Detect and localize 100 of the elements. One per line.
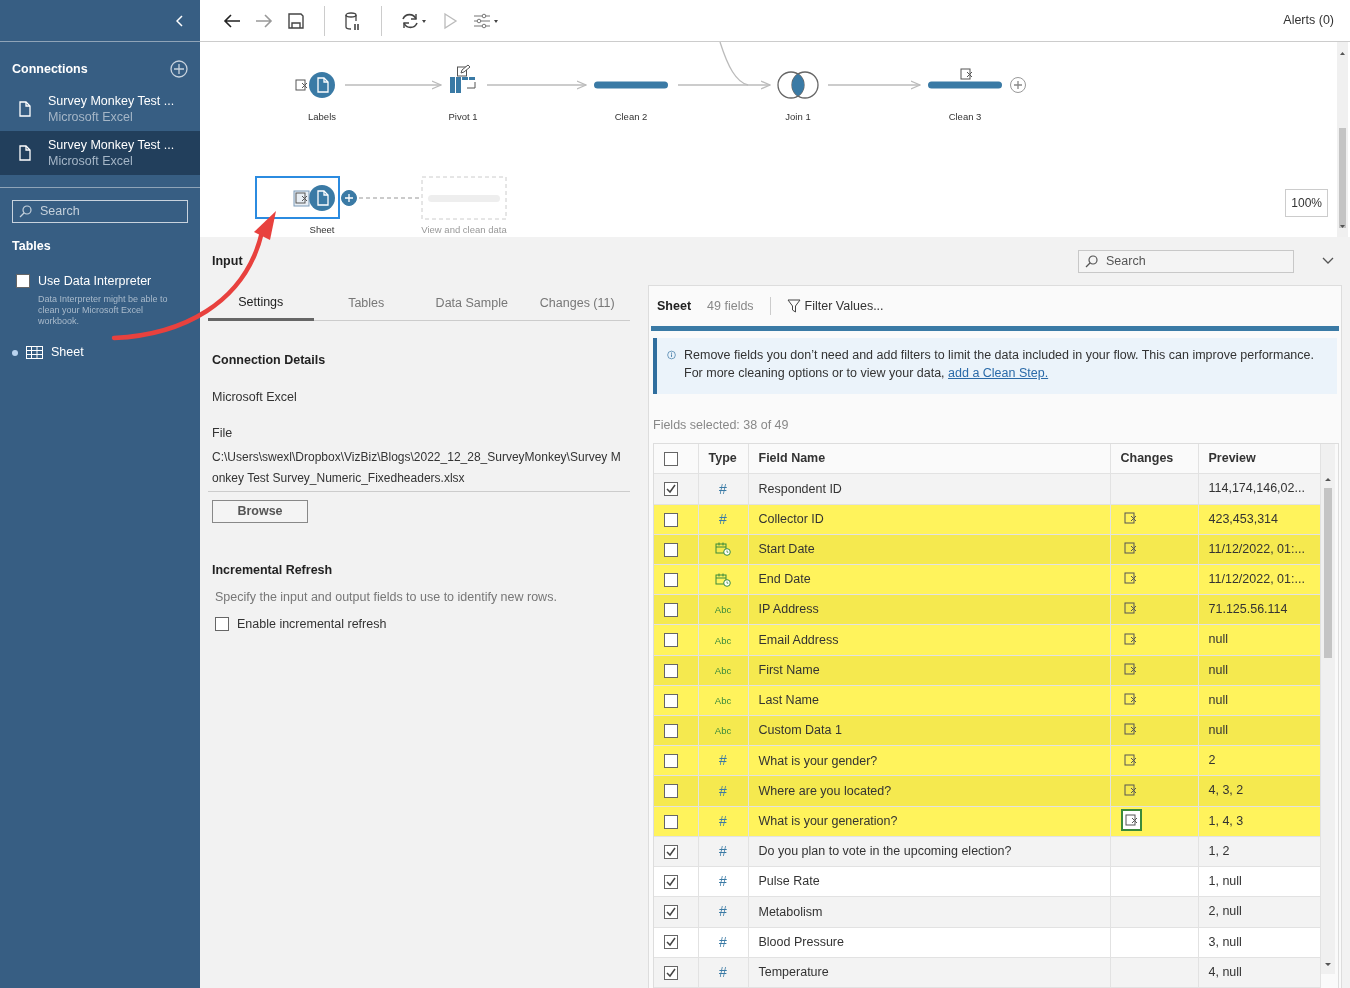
row-checkbox[interactable] xyxy=(664,542,678,557)
input-icon[interactable] xyxy=(309,72,335,98)
field-name: End Date xyxy=(748,564,1110,595)
box-x-icon xyxy=(295,79,308,91)
browse-button[interactable]: Browse xyxy=(212,500,308,523)
column-header[interactable]: Changes xyxy=(1110,443,1198,474)
search-field[interactable]: Search xyxy=(1078,249,1294,273)
field-row[interactable]: Abc Last Name null xyxy=(654,685,1320,716)
row-checkbox[interactable] xyxy=(664,724,678,738)
save-icon[interactable] xyxy=(286,10,306,31)
connection-type: Microsoft Excel xyxy=(48,152,134,169)
description-text: Specify the input and output fields to use to identify new rows. xyxy=(214,588,558,606)
field-row[interactable]: # Temperature 4, null xyxy=(654,957,1320,988)
type-symbol: # xyxy=(719,480,727,497)
join-icon[interactable] xyxy=(777,71,819,99)
select-all-checkbox[interactable] xyxy=(664,451,678,466)
filter-icon xyxy=(786,299,801,313)
tab[interactable]: Settings xyxy=(208,287,314,321)
document-icon xyxy=(18,100,32,117)
type-symbol: # xyxy=(719,903,727,920)
field-row[interactable]: # What is your generation? 1, 4, 3 xyxy=(654,806,1320,837)
alerts-link[interactable]: Alerts (0) xyxy=(1283,11,1334,30)
type-symbol: Abc xyxy=(714,725,732,737)
row-checkbox[interactable] xyxy=(664,905,678,920)
preview-value: 2, null xyxy=(1198,896,1320,927)
field-row[interactable]: Abc Email Address null xyxy=(654,624,1320,656)
table-item[interactable]: Sheet xyxy=(0,343,200,362)
row-checkbox[interactable] xyxy=(664,663,678,678)
field-row[interactable]: Abc Custom Data 1 null xyxy=(654,715,1320,746)
row-checkbox[interactable] xyxy=(664,754,678,769)
field-row[interactable]: # Collector ID 423,453,314 xyxy=(654,504,1320,535)
clean-step-link[interactable]: add a Clean Step. xyxy=(948,366,1049,380)
column-header[interactable]: Preview xyxy=(1198,443,1320,474)
search-icon xyxy=(19,204,32,218)
field-name: Email Address xyxy=(748,624,1110,656)
row-checkbox[interactable] xyxy=(664,844,678,859)
column-header[interactable]: Field Name xyxy=(748,443,1110,474)
connection-item[interactable]: Survey Monkey Test ... Microsoft Excel xyxy=(0,130,200,175)
flow-step[interactable]: Join 1 xyxy=(777,71,819,122)
type-symbol: # xyxy=(719,873,727,890)
column-header[interactable]: Type xyxy=(698,443,748,474)
field-row[interactable]: Start Date 11/12/2022, 01:... xyxy=(654,534,1320,565)
add-step-icon[interactable] xyxy=(1010,77,1026,93)
tab[interactable]: Changes (11) xyxy=(524,287,630,321)
field-row[interactable]: # Pulse Rate 1, null xyxy=(654,866,1320,897)
row-checkbox[interactable] xyxy=(664,784,678,799)
clean-step-bar[interactable] xyxy=(928,81,1002,89)
connection-name: Survey Monkey Test ... xyxy=(48,92,175,109)
flow-step[interactable]: Clean 2 xyxy=(594,81,668,122)
checkbox-label: Enable incremental refresh xyxy=(237,615,387,633)
field-row[interactable]: # Metabolism 2, null xyxy=(654,896,1320,927)
row-checkbox[interactable] xyxy=(664,573,678,587)
field-row[interactable]: # Do you plan to vote in the upcoming election? 1, 2 xyxy=(654,836,1320,867)
add-step-icon[interactable] xyxy=(341,190,357,206)
field-row[interactable]: # Respondent ID 114,174,146,02... xyxy=(654,473,1320,505)
node-label: Clean 3 xyxy=(948,111,982,122)
row-checkbox[interactable] xyxy=(664,633,678,648)
preview-value: 1, null xyxy=(1198,866,1320,897)
field-row[interactable]: # Where are you located? 4, 3, 2 xyxy=(654,776,1320,807)
flow-step[interactable]: Labels xyxy=(295,72,336,122)
row-checkbox[interactable] xyxy=(664,482,678,497)
row-checkbox[interactable] xyxy=(664,693,678,708)
row-checkbox[interactable] xyxy=(664,603,678,618)
field-label: File xyxy=(212,425,234,443)
add-icon[interactable] xyxy=(170,60,188,79)
filter-values-button[interactable]: Filter Values... xyxy=(786,296,884,316)
row-checkbox[interactable] xyxy=(664,814,678,829)
clean-step-bar[interactable] xyxy=(594,81,668,89)
pivot-icon[interactable] xyxy=(450,77,476,93)
field-row[interactable]: Abc First Name null xyxy=(654,655,1320,686)
preview-value: null xyxy=(1198,715,1320,746)
zoom-level[interactable]: 100% xyxy=(1285,189,1328,217)
row-checkbox[interactable] xyxy=(664,965,678,980)
preview-value: null xyxy=(1198,685,1320,716)
field-row[interactable]: End Date 11/12/2022, 01:... xyxy=(654,564,1320,595)
flow-step[interactable]: Sheet xyxy=(255,176,357,235)
type-symbol: # xyxy=(719,812,727,829)
row-checkbox[interactable] xyxy=(664,875,678,889)
removed-field-icon[interactable] xyxy=(1120,809,1142,832)
collapse-icon[interactable] xyxy=(176,14,184,27)
tab[interactable]: Tables xyxy=(313,287,419,321)
connection-item[interactable]: Survey Monkey Test ... Microsoft Excel xyxy=(0,86,200,131)
scrollbar[interactable] xyxy=(1337,42,1348,237)
row-checkbox[interactable] xyxy=(664,935,678,950)
info-icon xyxy=(667,348,677,362)
field-row[interactable]: Abc IP Address 71.125.56.114 xyxy=(654,594,1320,625)
input-icon[interactable] xyxy=(309,185,335,211)
checkbox[interactable] xyxy=(16,273,30,288)
row-checkbox[interactable] xyxy=(664,512,678,527)
field-name: Respondent ID xyxy=(748,473,1110,505)
tab[interactable]: Data Sample xyxy=(419,287,525,321)
box-x-icon xyxy=(293,190,310,207)
field-name: Start Date xyxy=(748,534,1110,565)
flow-step[interactable]: Pivot 1 xyxy=(448,64,478,122)
field-row[interactable]: # Blood Pressure 3, null xyxy=(654,927,1320,958)
chevron-down-icon[interactable] xyxy=(1322,257,1334,265)
field-row[interactable]: # What is your gender? 2 xyxy=(654,745,1320,776)
checkbox[interactable] xyxy=(215,616,229,631)
search-field[interactable]: Search xyxy=(12,199,188,223)
flow-step[interactable]: Clean 3 xyxy=(928,68,1026,122)
